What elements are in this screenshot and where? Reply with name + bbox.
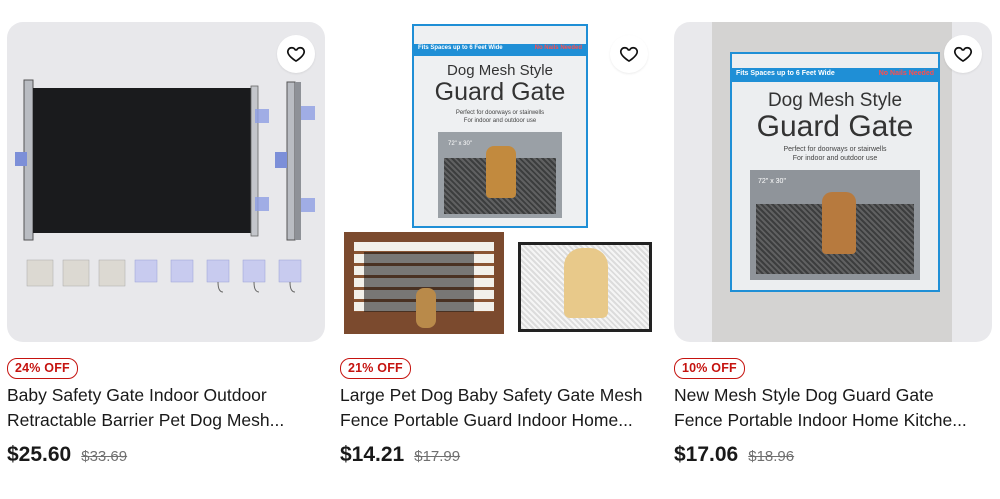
watch-button[interactable] xyxy=(610,35,648,73)
retractable-gate-image xyxy=(15,79,315,293)
original-price: $33.69 xyxy=(81,448,128,465)
box-no-nails: No Nails Needed xyxy=(534,45,582,51)
product-box-art: Fits Spaces up to 6 Feet Wide No Nails N… xyxy=(412,24,588,228)
box-line2: Guard Gate xyxy=(756,110,914,143)
product-title[interactable]: Baby Safety Gate Indoor Outdoor Retracta… xyxy=(7,383,317,433)
box-tagline: Fits Spaces up to 6 Feet Wide xyxy=(736,70,835,77)
box-line1: Dog Mesh Style xyxy=(447,62,553,79)
current-price: $25.60 xyxy=(7,443,72,466)
price-row: $17.06 $18.96 xyxy=(674,443,794,467)
product-image[interactable] xyxy=(7,22,325,342)
product-card[interactable]: 24% OFF Baby Safety Gate Indoor Outdoor … xyxy=(7,22,325,492)
box-line1: Dog Mesh Style xyxy=(767,90,903,111)
watch-button[interactable] xyxy=(944,35,982,73)
heart-outline-icon xyxy=(286,46,306,62)
watch-button[interactable] xyxy=(277,35,315,73)
box-line2: Guard Gate xyxy=(434,78,566,106)
heart-outline-icon xyxy=(619,46,639,62)
box-sub2: For indoor and outdoor use xyxy=(792,155,878,162)
product-title[interactable]: Large Pet Dog Baby Safety Gate Mesh Fenc… xyxy=(340,383,650,433)
discount-badge: 10% OFF xyxy=(674,358,745,379)
box-sub1: Perfect for doorways or stairwells xyxy=(783,146,887,153)
original-price: $18.96 xyxy=(748,448,795,465)
current-price: $17.06 xyxy=(674,443,739,466)
original-price: $17.99 xyxy=(414,448,461,465)
current-price: $14.21 xyxy=(340,443,405,466)
box-no-nails: No Nails Needed xyxy=(878,70,934,77)
product-title[interactable]: New Mesh Style Dog Guard Gate Fence Port… xyxy=(674,383,984,433)
product-box-art: Fits Spaces up to 6 Feet Wide No Nails N… xyxy=(730,52,940,292)
heart-outline-icon xyxy=(953,46,973,62)
box-size: 72" x 30" xyxy=(758,178,786,185)
product-card[interactable]: Fits Spaces up to 6 Feet Wide No Nails N… xyxy=(674,22,992,492)
product-card[interactable]: Fits Spaces up to 6 Feet Wide No Nails N… xyxy=(340,22,658,492)
box-tagline: Fits Spaces up to 6 Feet Wide xyxy=(418,45,503,51)
dog-gate-photo xyxy=(512,234,652,332)
price-row: $14.21 $17.99 xyxy=(340,443,460,467)
box-size: 72" x 30" xyxy=(448,141,472,147)
box-sub2: For indoor and outdoor use xyxy=(463,118,537,124)
product-grid: 24% OFF Baby Safety Gate Indoor Outdoor … xyxy=(0,0,1000,499)
stairs-photo xyxy=(344,232,504,334)
price-row: $25.60 $33.69 xyxy=(7,443,127,467)
discount-badge: 24% OFF xyxy=(7,358,78,379)
box-sub1: Perfect for doorways or stairwells xyxy=(455,110,545,116)
product-image[interactable]: Fits Spaces up to 6 Feet Wide No Nails N… xyxy=(340,22,658,342)
product-image[interactable]: Fits Spaces up to 6 Feet Wide No Nails N… xyxy=(674,22,992,342)
discount-badge: 21% OFF xyxy=(340,358,411,379)
